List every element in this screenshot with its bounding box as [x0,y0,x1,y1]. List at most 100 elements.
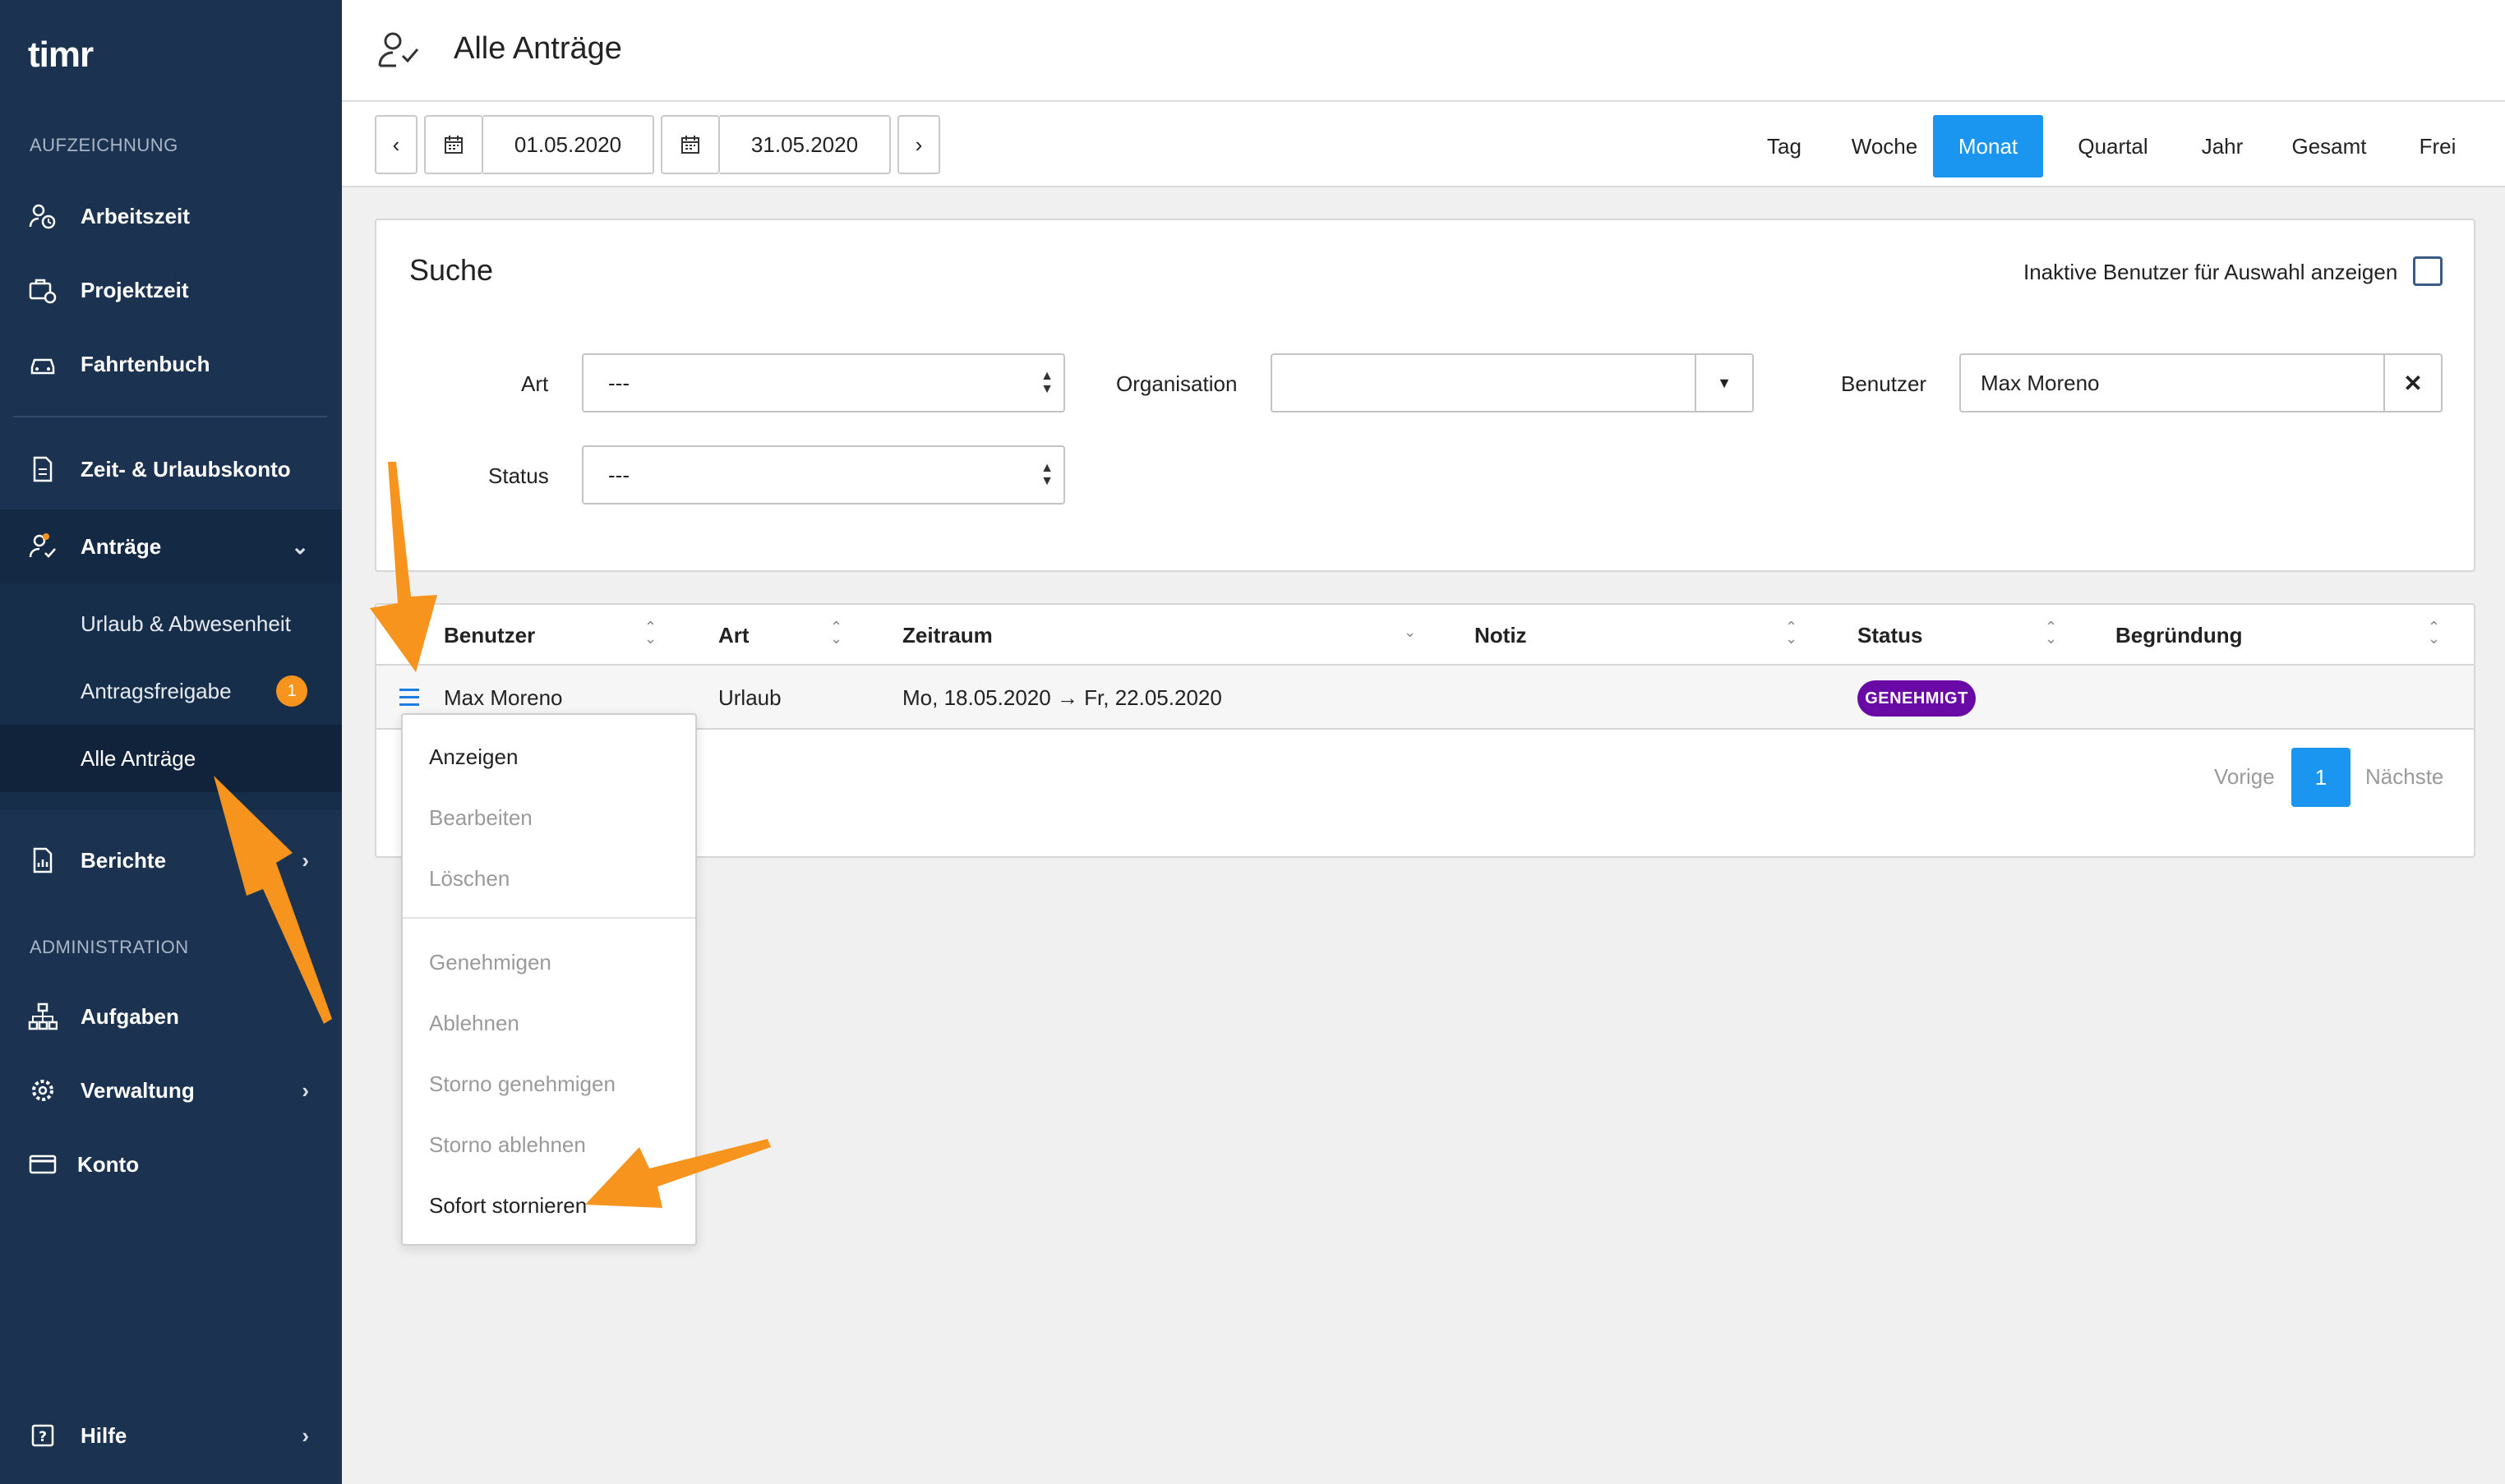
gear-icon [32,1080,53,1101]
tab-quartal[interactable]: Quartal [2051,115,2175,177]
chevron-right-icon: › [915,131,923,157]
column-header-status[interactable]: Status [1857,623,1922,648]
sidebar-item-verwaltung[interactable]: Verwaltung › [0,1053,342,1127]
status-select[interactable]: --- ▲ ▼ [582,445,1065,505]
menu-item-anzeigen[interactable]: Anzeigen [429,744,518,770]
sort-icon[interactable]: ⌃ ⌄ [644,620,657,646]
art-select[interactable]: --- ▲ ▼ [582,353,1065,412]
sidebar-item-label: Aufgaben [81,1003,179,1029]
organisation-select[interactable]: ▼ [1271,353,1754,412]
column-header-zeitraum[interactable]: Zeitraum [902,623,993,648]
column-header-benutzer[interactable]: Benutzer [444,623,535,648]
sidebar-subitem-antragsfreigabe[interactable]: Antragsfreigabe 1 [0,657,342,725]
row-menu-icon[interactable] [399,689,419,707]
pending-count-badge: 1 [276,675,307,707]
sidebar-subitem-label: Alle Anträge [81,745,196,771]
row-context-menu: Anzeigen Bearbeiten Löschen Genehmigen A… [401,713,697,1246]
user-label: Benutzer [1841,371,1927,396]
sidebar-subitem-urlaub[interactable]: Urlaub & Abwesenheit [0,590,342,657]
next-period-button[interactable]: › [897,115,940,174]
search-panel: Suche Inaktive Benutzer für Auswahl anze… [375,219,2475,572]
date-from-input[interactable]: 01.05.2020 [483,115,654,174]
car-icon [30,358,55,375]
menu-item-sofort-stornieren[interactable]: Sofort stornieren [429,1193,587,1219]
pagination-next[interactable]: Nächste [2365,764,2443,790]
date-toolbar: ‹ 01.05.2020 31.05.2020 › Tag Woche Mona… [342,102,2505,187]
sidebar-item-label: Hilfe [81,1422,127,1448]
cell-benutzer: Max Moreno [444,685,563,710]
sidebar-item-fahrtenbuch[interactable]: Fahrtenbuch [0,327,342,401]
clock-user-icon [29,204,56,229]
document-icon [33,456,53,482]
tab-frei[interactable]: Frei [2395,115,2480,177]
sidebar-item-berichte[interactable]: Berichte › [0,823,342,897]
chevron-down-icon: ⌄ [291,533,309,559]
section-label-admin: ADMINISTRATION [30,937,189,957]
date-from-calendar-button[interactable] [424,115,483,174]
pagination-previous[interactable]: Vorige [2214,764,2275,790]
sidebar-subitem-label: Antragsfreigabe [81,678,232,703]
inactive-users-checkbox[interactable] [2413,256,2443,286]
date-to-input[interactable]: 31.05.2020 [720,115,891,174]
sidebar-item-label: Berichte [81,847,167,873]
column-header-begruendung[interactable]: Begründung [2115,623,2243,648]
sidebar-item-label: Fahrtenbuch [81,351,210,376]
column-header-art[interactable]: Art [718,623,750,648]
sidebar-subitem-label: Urlaub & Abwesenheit [81,611,291,636]
tab-gesamt[interactable]: Gesamt [2272,115,2387,177]
logo-text: timr [28,35,94,75]
timr-logo[interactable]: timr [28,35,94,76]
sort-icon[interactable]: ⌃ ⌄ [2428,620,2440,646]
sidebar-item-aufgaben[interactable]: Aufgaben [0,979,342,1053]
sidebar-divider [13,416,327,417]
organisation-dropdown-toggle[interactable]: ▼ [1695,355,1752,411]
menu-item-ablehnen[interactable]: Ablehnen [429,1011,519,1036]
column-header-notiz[interactable]: Notiz [1474,623,1527,648]
clear-user-button[interactable]: ✕ [2383,355,2441,411]
tab-monat[interactable]: Monat [1933,115,2043,177]
page-title: Alle Anträge [454,31,622,66]
menu-item-storno-ablehnen[interactable]: Storno ablehnen [429,1132,586,1158]
menu-separator [403,917,695,919]
tab-jahr[interactable]: Jahr [2181,115,2263,177]
art-select-value: --- [608,370,630,395]
sidebar-item-hilfe[interactable]: ? Hilfe › [0,1399,342,1472]
sidebar: timr AUFZEICHNUNG Arbeitszeit Projektzei… [0,0,342,1484]
sort-desc-icon[interactable]: ⌄ [1404,624,1416,639]
hierarchy-icon [28,1002,58,1030]
sidebar-item-zeitkonto[interactable]: Zeit- & Urlaubskonto [0,432,342,506]
menu-item-storno-genehmigen[interactable]: Storno genehmigen [429,1072,616,1097]
sidebar-subitem-alle-antraege[interactable]: Alle Anträge [0,725,342,792]
help-icon: ? [31,1424,54,1447]
tab-woche[interactable]: Woche [1831,115,1938,177]
tab-tag[interactable]: Tag [1739,115,1829,177]
credit-card-icon [29,1154,57,1174]
sidebar-item-projektzeit[interactable]: Projektzeit [0,253,342,327]
sort-icon[interactable]: ⌃ ⌄ [2045,620,2057,646]
status-badge: GENEHMIGT [1857,680,1976,717]
sidebar-item-arbeitszeit[interactable]: Arbeitszeit [0,179,342,253]
date-to-calendar-button[interactable] [661,115,720,174]
sort-icon[interactable]: ⌃ ⌄ [830,620,842,646]
user-check-icon [29,533,56,558]
previous-period-button[interactable]: ‹ [375,115,418,174]
chevron-right-icon: › [302,847,309,873]
briefcase-clock-icon [29,279,57,304]
section-label-recording: AUFZEICHNUNG [30,135,178,155]
sidebar-item-label: Arbeitszeit [81,203,190,228]
chevron-left-icon: ‹ [392,131,400,157]
cell-art: Urlaub [718,685,782,710]
inactive-users-label: Inaktive Benutzer für Auswahl anzeigen [2023,260,2398,284]
menu-item-genehmigen[interactable]: Genehmigen [429,950,551,975]
menu-item-bearbeiten[interactable]: Bearbeiten [429,805,533,831]
user-select[interactable]: Max Moreno ✕ [1959,353,2443,412]
sidebar-item-antraege[interactable]: Anträge ⌄ [0,509,342,583]
pagination-page-1[interactable]: 1 [2291,748,2350,807]
sort-icon[interactable]: ⌃ ⌄ [1785,620,1797,646]
report-icon [33,847,53,873]
menu-item-loeschen[interactable]: Löschen [429,866,510,892]
sidebar-item-konto[interactable]: Konto [0,1127,342,1201]
svg-text:?: ? [39,1429,47,1445]
close-icon: ✕ [2403,370,2423,396]
search-title: Suche [409,253,494,287]
